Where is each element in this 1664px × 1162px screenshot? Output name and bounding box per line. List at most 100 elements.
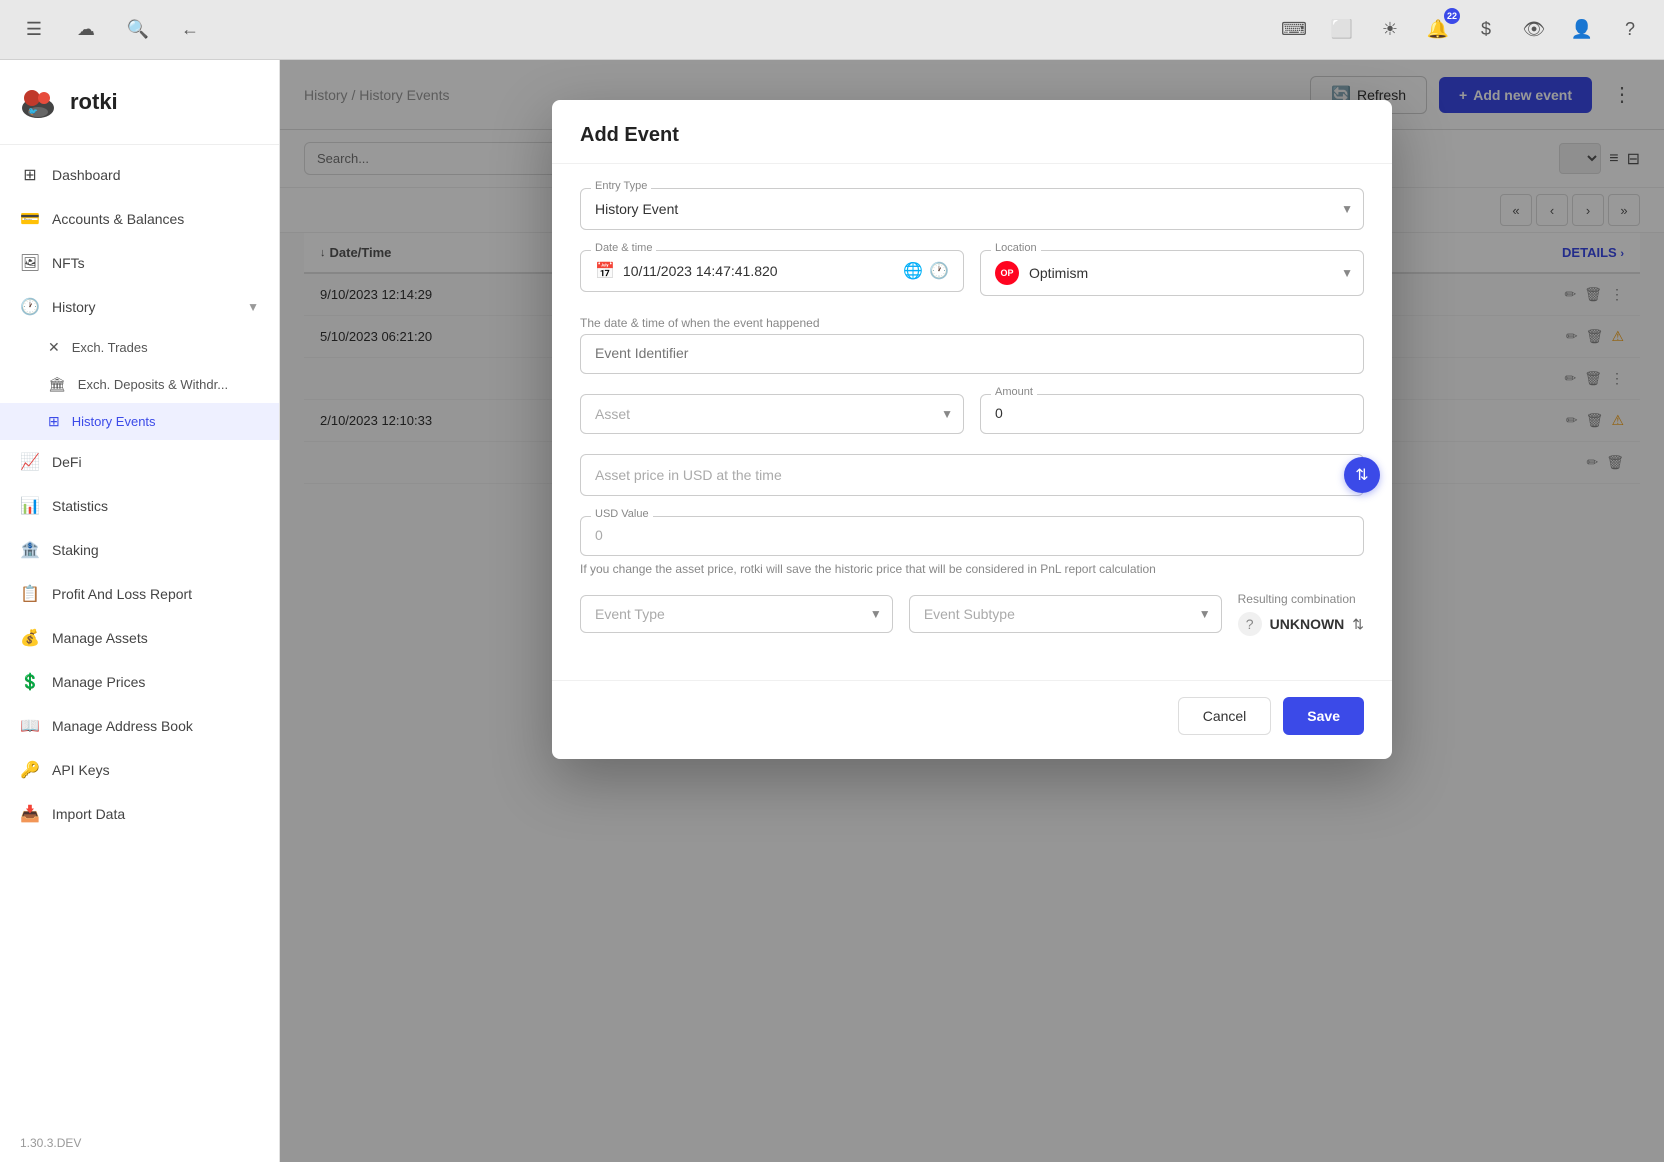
datetime-location-row: Date & time 📅 🌐 🕐 Loca xyxy=(580,250,1364,296)
sidebar-item-label-manage-prices: Manage Prices xyxy=(52,674,145,690)
code-button[interactable]: ⌨ xyxy=(1276,12,1312,48)
location-select[interactable]: Optimism xyxy=(1029,265,1349,281)
save-button[interactable]: Save xyxy=(1283,697,1364,735)
modal-footer: Cancel Save xyxy=(552,680,1392,759)
sidebar-item-history[interactable]: 🕐 History ▼ xyxy=(0,285,279,329)
sidebar-item-manage-prices[interactable]: 💲 Manage Prices xyxy=(0,660,279,704)
logo-text: rotki xyxy=(70,89,118,115)
usd-label: USD Value xyxy=(591,508,653,520)
sidebar-item-label-import-data: Import Data xyxy=(52,806,125,822)
event-identifier-input[interactable] xyxy=(595,345,1349,361)
eye-button[interactable]: 👁 xyxy=(1516,12,1552,48)
identifier-wrapper xyxy=(580,334,1364,374)
settings-button[interactable]: ☀ xyxy=(1372,12,1408,48)
back-button[interactable]: ← xyxy=(172,12,208,48)
datetime-wrapper: Date & time 📅 🌐 🕐 xyxy=(580,250,964,292)
add-event-modal: Add Event Entry Type History Event ▼ xyxy=(552,100,1392,759)
sidebar-item-dashboard[interactable]: ⊞ Dashboard xyxy=(0,153,279,197)
sidebar-item-accounts[interactable]: 💳 Accounts & Balances xyxy=(0,197,279,241)
event-type-select[interactable]: Event Type xyxy=(595,606,878,622)
manage-prices-icon: 💲 xyxy=(20,672,40,692)
amount-wrapper: Amount xyxy=(980,394,1364,434)
globe-icon-button[interactable]: 🌐 xyxy=(903,261,923,281)
sidebar-item-manage-assets[interactable]: 💰 Manage Assets xyxy=(0,616,279,660)
datetime-input[interactable] xyxy=(623,263,895,279)
history-arrow-icon: ▼ xyxy=(247,300,259,314)
asset-price-placeholder: Asset price in USD at the time xyxy=(595,467,1349,483)
sidebar-item-label-pnl: Profit And Loss Report xyxy=(52,586,192,602)
cancel-button[interactable]: Cancel xyxy=(1178,697,1272,735)
api-keys-icon: 🔑 xyxy=(20,760,40,780)
sidebar-item-history-events[interactable]: ⊞ History Events xyxy=(0,403,279,440)
history-events-icon: ⊞ xyxy=(48,413,60,430)
search-button[interactable]: 🔍 xyxy=(120,12,156,48)
sidebar-item-import-data[interactable]: 📥 Import Data xyxy=(0,792,279,836)
sidebar-item-label-staking: Staking xyxy=(52,542,99,558)
statistics-icon: 📊 xyxy=(20,496,40,516)
manage-assets-icon: 💰 xyxy=(20,628,40,648)
sidebar-item-manage-address-book[interactable]: 📖 Manage Address Book xyxy=(0,704,279,748)
datetime-col: Date & time 📅 🌐 🕐 xyxy=(580,250,964,296)
sidebar-item-label-exch-deposits: Exch. Deposits & Withdr... xyxy=(78,377,228,392)
dashboard-icon: ⊞ xyxy=(20,165,40,185)
sidebar-item-api-keys[interactable]: 🔑 API Keys xyxy=(0,748,279,792)
window-button[interactable]: ⬜ xyxy=(1324,12,1360,48)
sidebar-item-pnl[interactable]: 📋 Profit And Loss Report xyxy=(0,572,279,616)
calendar-icon: 📅 xyxy=(595,261,615,281)
pnl-icon: 📋 xyxy=(20,584,40,604)
help-button[interactable]: ? xyxy=(1612,12,1648,48)
sidebar-item-label-statistics: Statistics xyxy=(52,498,108,514)
location-col: Location OP Optimism ▼ xyxy=(980,250,1364,296)
datetime-actions: 🌐 🕐 xyxy=(903,261,949,281)
sidebar-item-statistics[interactable]: 📊 Statistics xyxy=(0,484,279,528)
usd-value-input[interactable] xyxy=(595,527,1349,543)
topbar-left: ☰ ☁ 🔍 ← xyxy=(16,12,208,48)
sidebar-item-defi[interactable]: 📈 DeFi xyxy=(0,440,279,484)
modal-header: Add Event xyxy=(552,100,1392,164)
import-data-icon: 📥 xyxy=(20,804,40,824)
sidebar-item-label-dashboard: Dashboard xyxy=(52,167,121,183)
usd-value-wrapper: USD Value xyxy=(580,516,1364,556)
logo-icon: 🐦 xyxy=(16,80,60,124)
sidebar-item-exch-deposits[interactable]: 🏛 Exch. Deposits & Withdr... xyxy=(0,366,279,403)
clock-icon-button[interactable]: 🕐 xyxy=(929,261,949,281)
swap-icon[interactable]: ⇅ xyxy=(1352,616,1364,633)
svg-text:🐦: 🐦 xyxy=(28,107,38,116)
event-subtype-select[interactable]: Event Subtype xyxy=(924,606,1207,622)
asset-select[interactable]: Asset xyxy=(595,406,949,422)
sidebar-item-label-api-keys: API Keys xyxy=(52,762,110,778)
event-type-row: Event Type ▼ Event Subtype ▼ Resulting c… xyxy=(580,592,1364,636)
sidebar-item-label-nfts: NFTs xyxy=(52,255,85,271)
hamburger-button[interactable]: ☰ xyxy=(16,12,52,48)
topbar: ☰ ☁ 🔍 ← ⌨ ⬜ ☀ 🔔 22 $ 👁 👤 ? xyxy=(0,0,1664,60)
price-section: Asset price in USD at the time xyxy=(580,454,1364,496)
unknown-badge: ? xyxy=(1238,612,1262,636)
amount-label: Amount xyxy=(991,386,1037,398)
modal-title: Add Event xyxy=(580,124,679,147)
amount-input[interactable] xyxy=(995,405,1349,421)
sidebar-item-staking[interactable]: 🏦 Staking xyxy=(0,528,279,572)
cloud-icon-button[interactable]: ☁ xyxy=(68,12,104,48)
sidebar-item-label-history-events: History Events xyxy=(72,414,156,429)
dollar-button[interactable]: $ xyxy=(1468,12,1504,48)
unknown-text: UNKNOWN xyxy=(1270,616,1345,632)
sidebar-item-exch-trades[interactable]: ✕ Exch. Trades xyxy=(0,329,279,366)
event-identifier-group xyxy=(580,334,1364,374)
asset-wrapper: Asset ▼ xyxy=(580,394,964,434)
notification-area: 🔔 22 xyxy=(1420,12,1456,48)
user-button[interactable]: 👤 xyxy=(1564,12,1600,48)
sidebar-item-label-accounts: Accounts & Balances xyxy=(52,211,184,227)
modal-overlay: Add Event Entry Type History Event ▼ xyxy=(280,60,1664,1162)
price-toggle-button[interactable]: ⇅ xyxy=(1344,457,1380,493)
datetime-label: Date & time xyxy=(591,242,656,254)
notification-count: 22 xyxy=(1444,8,1460,24)
sidebar-logo: 🐦 rotki xyxy=(0,60,279,145)
entry-type-select[interactable]: History Event xyxy=(595,201,1349,217)
price-toggle-icon: ⇅ xyxy=(1355,465,1368,485)
entry-type-label: Entry Type xyxy=(591,180,651,192)
defi-icon: 📈 xyxy=(20,452,40,472)
history-icon: 🕐 xyxy=(20,297,40,317)
staking-icon: 🏦 xyxy=(20,540,40,560)
sidebar-item-nfts[interactable]: 🖼 NFTs xyxy=(0,241,279,285)
sidebar-item-label-manage-address-book: Manage Address Book xyxy=(52,718,193,734)
